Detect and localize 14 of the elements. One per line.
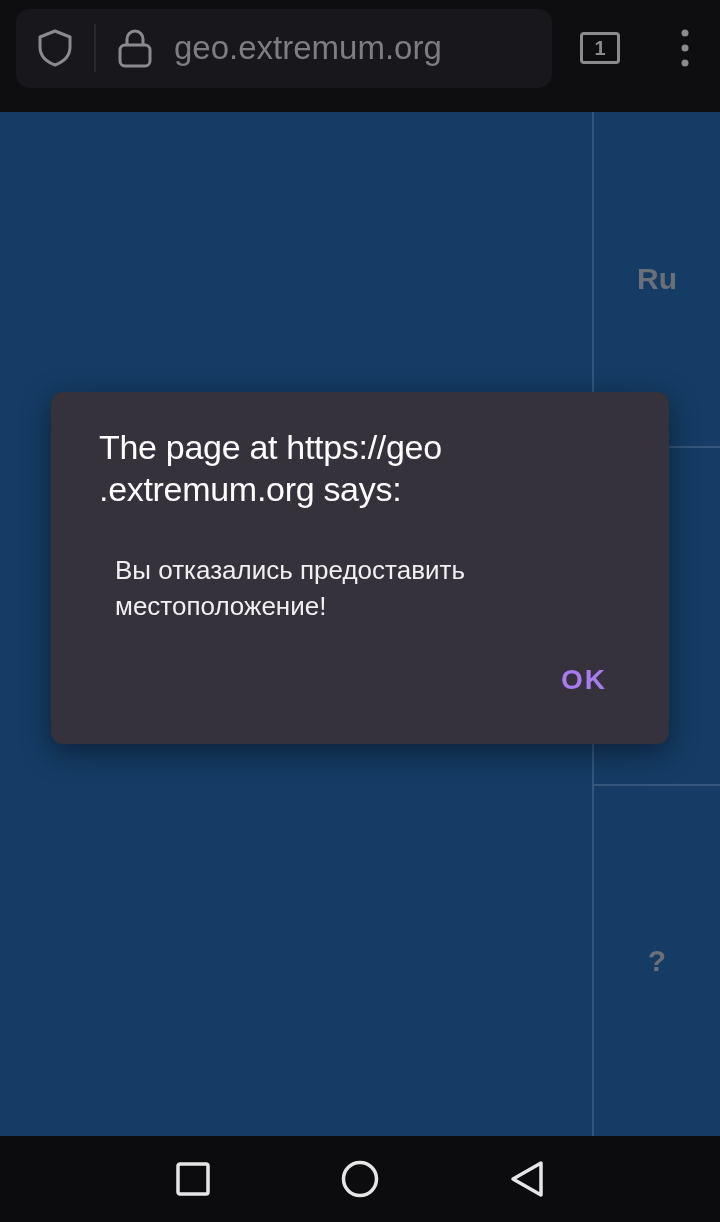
back-icon[interactable] <box>510 1160 545 1198</box>
help-label[interactable]: ? <box>647 944 667 978</box>
dialog-title: The page at https://geo .extremum.org says: <box>99 427 443 510</box>
ok-button[interactable]: OK <box>547 660 621 700</box>
url-text: geo.extremum.org <box>174 29 442 67</box>
home-icon[interactable] <box>341 1160 379 1198</box>
address-bar[interactable]: geo.extremum.org <box>16 8 552 88</box>
shield-icon[interactable] <box>36 28 74 68</box>
dialog-message: Вы отказались предоставить местоположение! <box>115 554 466 623</box>
recents-icon[interactable] <box>175 1162 210 1196</box>
menu-icon[interactable] <box>680 29 690 67</box>
tab-count-button[interactable]: 1 <box>580 32 620 64</box>
language-label[interactable]: Ru <box>637 262 677 296</box>
lock-icon <box>118 28 152 68</box>
